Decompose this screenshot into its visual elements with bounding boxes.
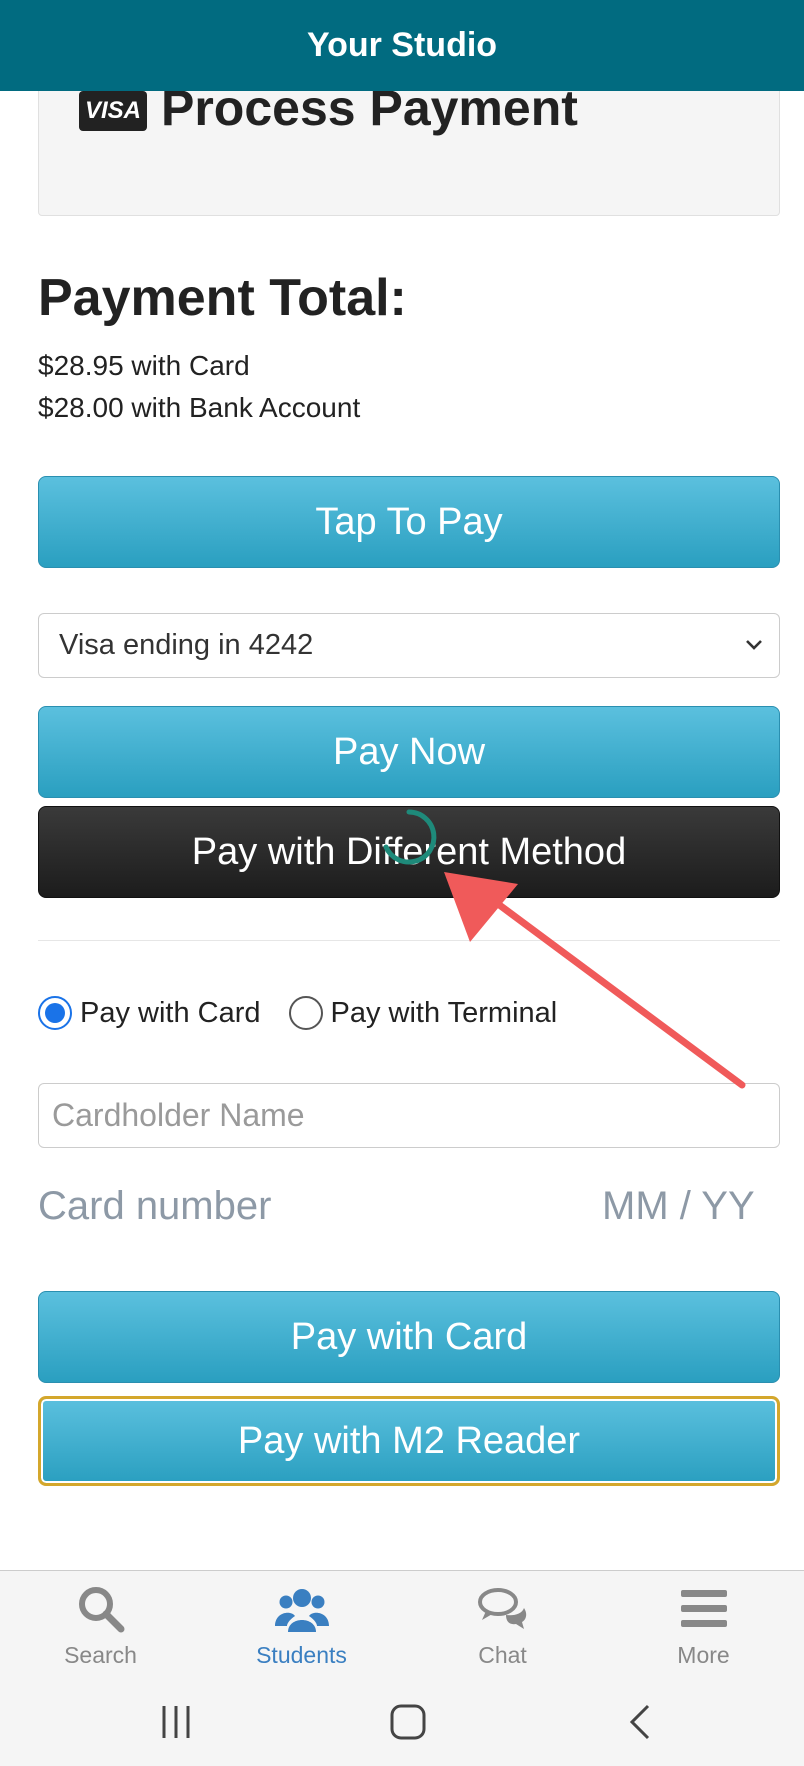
back-icon[interactable]	[622, 1702, 662, 1742]
nav-item-more[interactable]: More	[603, 1571, 804, 1679]
annotation-arrow-icon	[444, 872, 746, 1089]
system-navigation-bar	[0, 1678, 804, 1766]
radio-pay-with-card[interactable]	[38, 996, 72, 1030]
nav-label-search: Search	[64, 1641, 137, 1668]
search-icon	[78, 1586, 124, 1632]
saved-card-selected-value: Visa ending in 4242	[59, 629, 314, 661]
card-expiry-field[interactable]: MM / YY	[602, 1184, 755, 1229]
app-header: Your Studio	[0, 0, 804, 91]
nav-label-students: Students	[256, 1641, 347, 1668]
chat-icon	[477, 1587, 526, 1629]
nav-item-students[interactable]: Students	[201, 1571, 402, 1679]
app-title: Your Studio	[306, 26, 498, 64]
recent-apps-icon[interactable]	[158, 1702, 198, 1742]
pay-with-m2-reader-button[interactable]: Pay with M2 Reader	[38, 1396, 780, 1486]
radio-pay-with-terminal[interactable]	[288, 996, 323, 1030]
loading-spinner-icon	[383, 809, 437, 865]
radio-label-pay-with-card[interactable]: Pay with Card	[80, 997, 261, 1030]
pay-now-button[interactable]: Pay Now	[38, 706, 780, 798]
nav-label-more: More	[677, 1641, 730, 1668]
users-icon	[274, 1588, 329, 1632]
saved-card-select[interactable]: Visa ending in 4242	[38, 613, 780, 678]
pay-with-card-button[interactable]: Pay with Card	[38, 1291, 780, 1383]
bottom-navigation: Search Students Chat More	[0, 1570, 804, 1678]
home-icon[interactable]	[388, 1702, 428, 1742]
payment-total-heading: Payment Total:	[38, 269, 407, 327]
tap-to-pay-button[interactable]: Tap To Pay	[38, 476, 780, 568]
card-number-field[interactable]: Card number	[38, 1184, 271, 1229]
menu-icon	[680, 1589, 727, 1627]
nav-label-chat: Chat	[478, 1641, 527, 1668]
nav-item-search[interactable]: Search	[0, 1571, 201, 1679]
chevron-down-icon	[746, 640, 762, 650]
visa-logo-icon: VISA	[79, 91, 147, 131]
bank-total-text: $28.00 with Bank Account	[38, 392, 361, 423]
nav-item-chat[interactable]: Chat	[402, 1571, 603, 1679]
card-total-text: $28.95 with Card	[38, 350, 250, 381]
